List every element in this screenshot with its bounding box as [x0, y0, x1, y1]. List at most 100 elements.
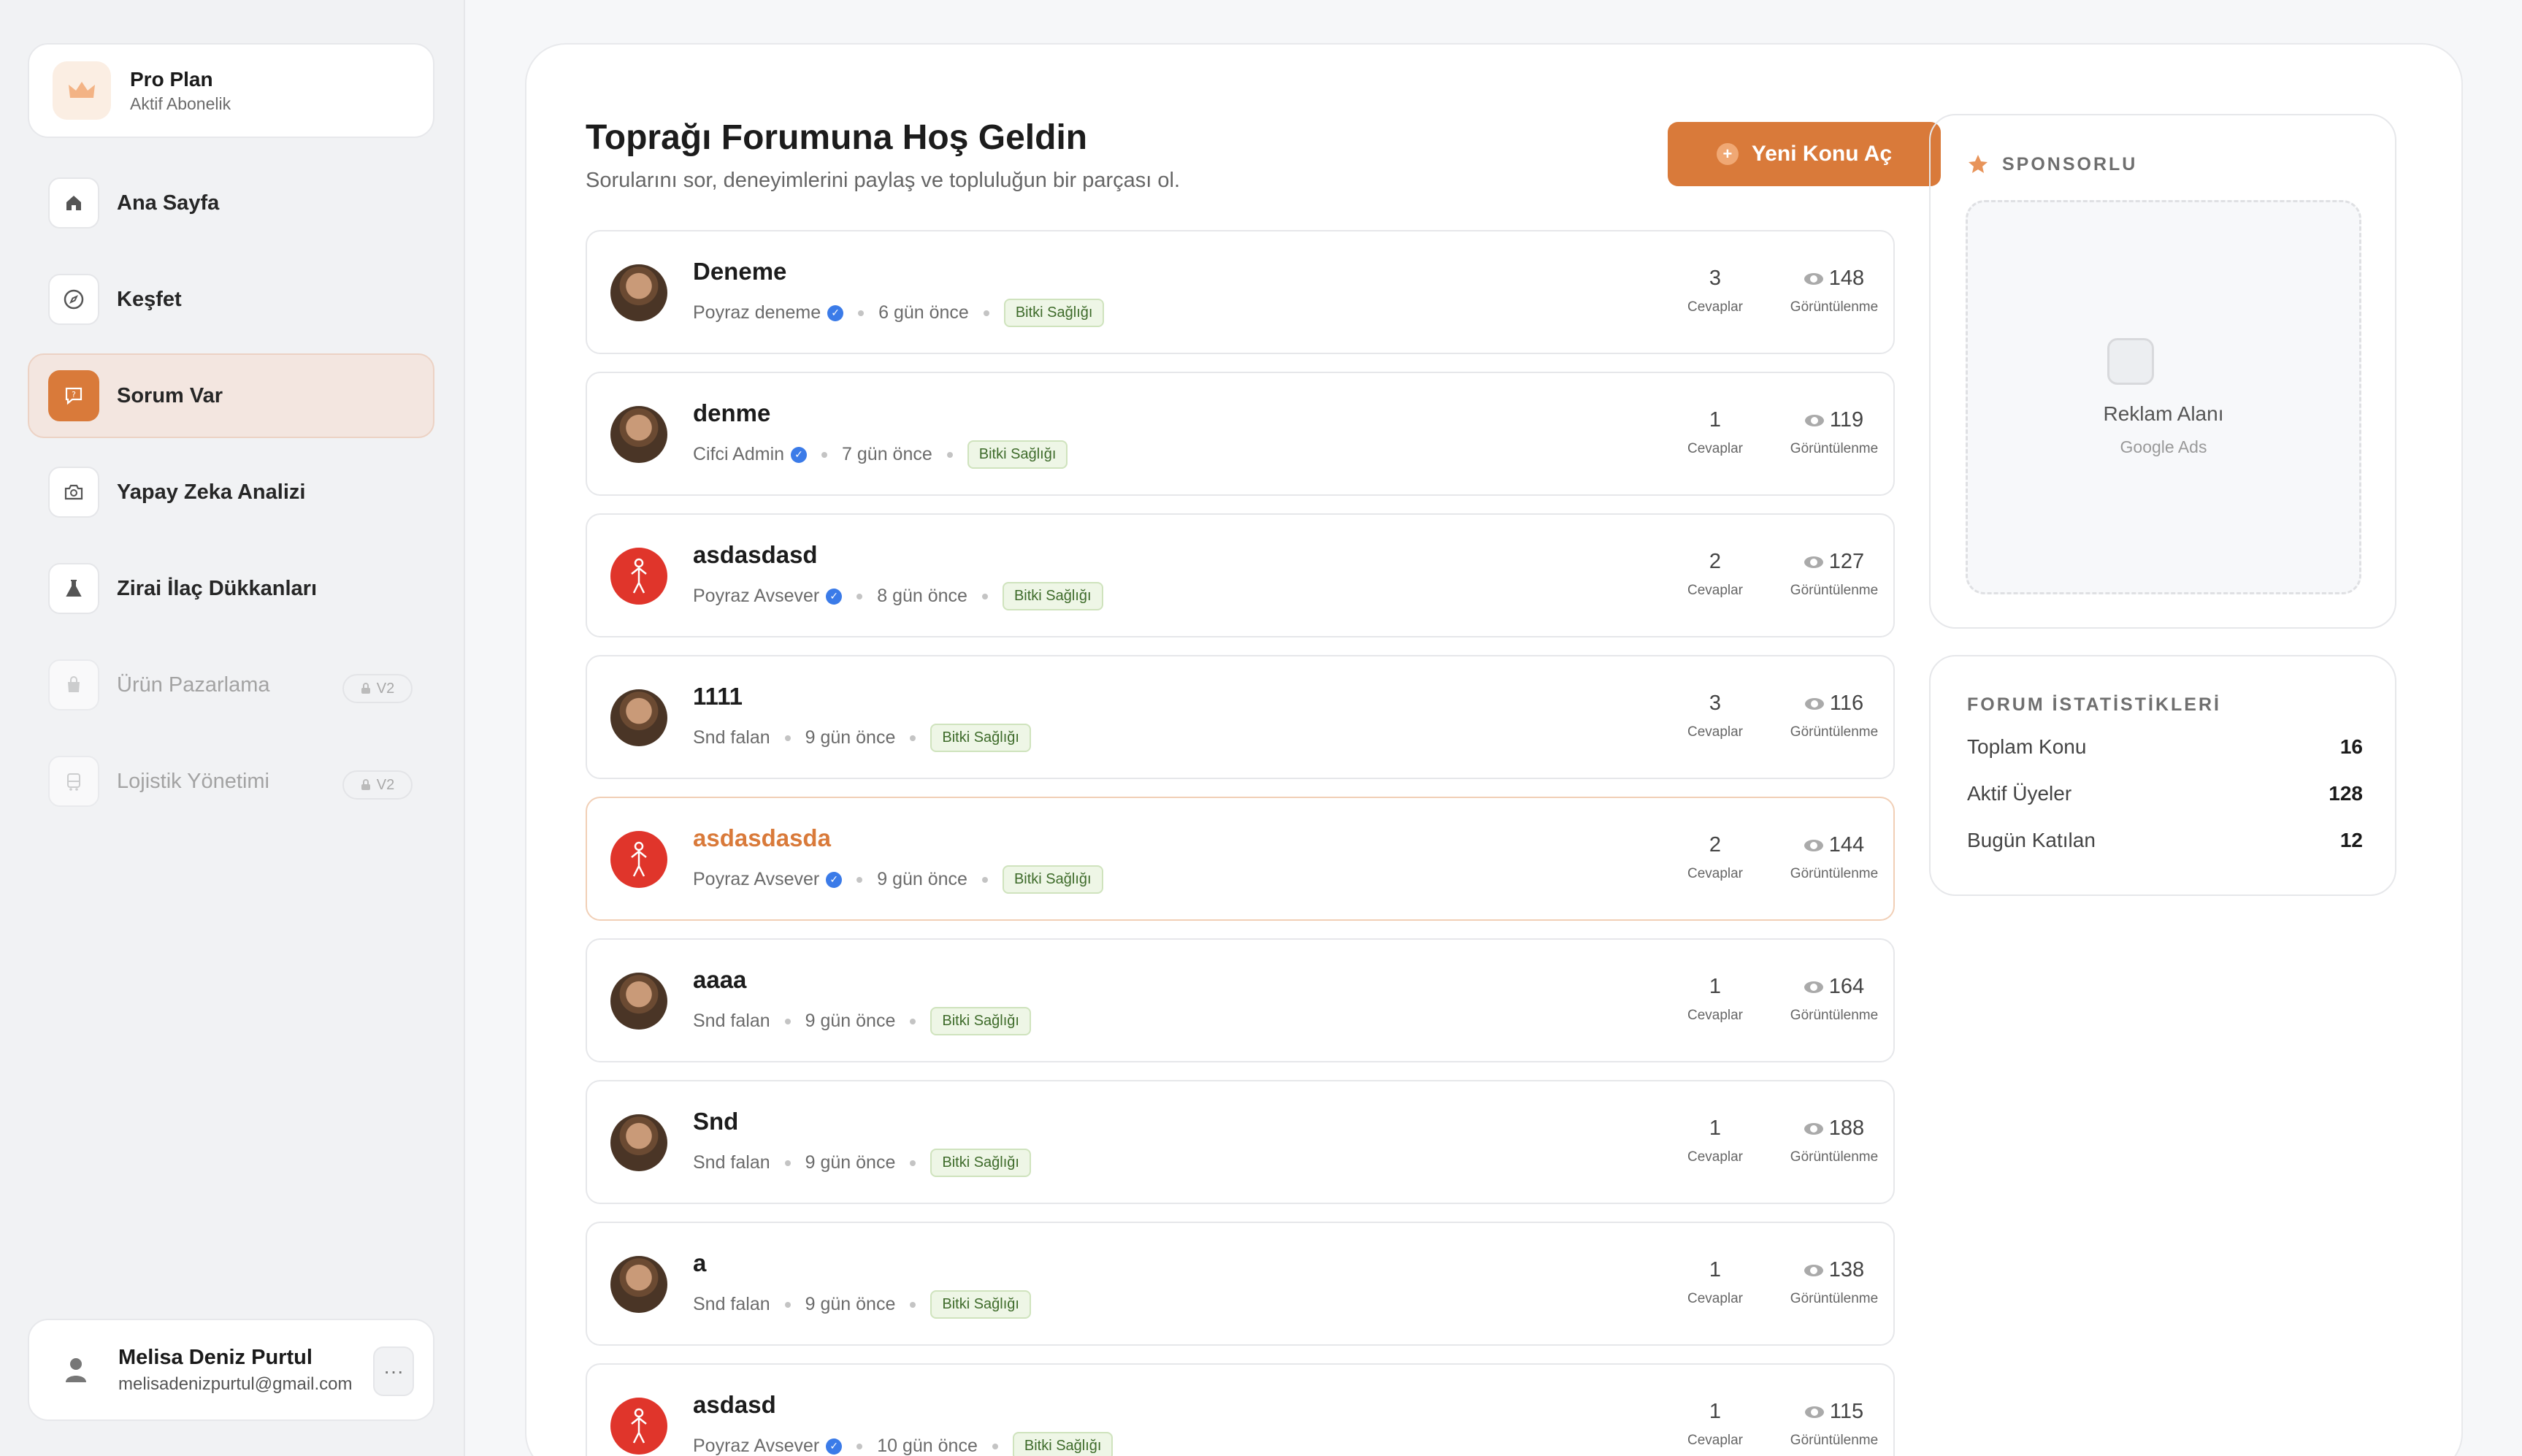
- topic-row[interactable]: Deneme Poyraz deneme ✓ 6 gün önce Bitki Sağl…: [586, 230, 1895, 354]
- author-avatar[interactable]: [610, 406, 667, 463]
- topic-title[interactable]: asdasdasda: [693, 824, 831, 852]
- views-label: Görüntülenme: [1790, 441, 1879, 456]
- replies-count: 2: [1709, 550, 1722, 573]
- separator-dot: [983, 310, 989, 316]
- version-badge-label: V2: [376, 776, 395, 793]
- topic-row[interactable]: asdasdasda Poyraz Avsever ✓ 9 gün önce Bitki…: [586, 797, 1895, 921]
- separator-dot: [856, 593, 863, 599]
- separator-dot: [910, 735, 916, 741]
- author-name[interactable]: Snd falan: [693, 1294, 770, 1315]
- verified-check-icon: ✓: [827, 304, 844, 321]
- topic-time: 8 gün önce: [877, 586, 967, 606]
- topic-title[interactable]: aaaa: [693, 966, 746, 994]
- views-count: 127: [1828, 550, 1865, 573]
- author-avatar[interactable]: [610, 548, 667, 605]
- stat-value: 128: [2329, 782, 2363, 805]
- more-options-button[interactable]: ···: [373, 1346, 414, 1396]
- author-avatar[interactable]: [610, 831, 667, 888]
- sidebar-item-logistics[interactable]: Lojistik Yönetimi V2: [28, 739, 434, 824]
- topic-row[interactable]: asdasdasd Poyraz Avsever ✓ 8 gün önce Bitki …: [586, 513, 1895, 637]
- author-name[interactable]: Snd falan: [693, 1011, 770, 1032]
- replies-label: Cevaplar: [1687, 1149, 1744, 1165]
- stat-row-total-topics: Toplam Konu 16: [1967, 735, 2363, 759]
- topic-time: 9 gün önce: [805, 727, 896, 748]
- author-name[interactable]: Snd falan: [693, 727, 770, 748]
- topic-time: 9 gün önce: [805, 1152, 896, 1173]
- home-icon: [48, 177, 99, 229]
- separator-dot: [784, 1160, 791, 1166]
- compass-icon: [48, 274, 99, 325]
- category-tag[interactable]: Bitki Sağlığı: [1002, 582, 1103, 610]
- topic-time: 9 gün önce: [805, 1294, 896, 1314]
- topic-row[interactable]: denme Cifci Admin ✓ 7 gün önce Bitki Sağlığı…: [586, 372, 1895, 496]
- author-avatar[interactable]: [610, 1398, 667, 1455]
- flask-icon: [48, 563, 99, 614]
- author-avatar[interactable]: [610, 264, 667, 321]
- separator-dot: [992, 1443, 998, 1449]
- sidebar-item-pesticide-shops[interactable]: Zirai İlaç Dükkanları: [28, 546, 434, 631]
- topic-time: 10 gün önce: [877, 1436, 978, 1456]
- category-tag[interactable]: Bitki Sağlığı: [930, 1007, 1031, 1035]
- author-name[interactable]: Cifci Admin: [693, 444, 784, 465]
- category-tag[interactable]: Bitki Sağlığı: [930, 724, 1031, 752]
- camera-scan-icon: [48, 467, 99, 518]
- topic-meta: Snd falan 9 gün önce Bitki Sağlığı: [693, 724, 1031, 752]
- topic-meta: Snd falan 9 gün önce Bitki Sağlığı: [693, 1007, 1031, 1035]
- author-name[interactable]: Poyraz deneme: [693, 302, 821, 323]
- replies-stat: 1 Cevaplar: [1682, 1258, 1748, 1307]
- views-count: 119: [1829, 408, 1864, 432]
- author-name[interactable]: Poyraz Avsever: [693, 869, 819, 890]
- author-avatar[interactable]: [610, 973, 667, 1030]
- topic-title[interactable]: a: [693, 1249, 706, 1277]
- author-name[interactable]: Snd falan: [693, 1152, 770, 1173]
- topic-row[interactable]: Snd Snd falan 9 gün önce Bitki Sağlığı 1 Ceva…: [586, 1080, 1895, 1204]
- sidebar-item-product-marketing[interactable]: Ürün Pazarlama V2: [28, 643, 434, 727]
- topic-meta: Snd falan 9 gün önce Bitki Sağlığı: [693, 1149, 1031, 1177]
- sidebar-item-explore[interactable]: Keşfet: [28, 257, 434, 342]
- separator-dot: [981, 593, 988, 599]
- views-stat: 138 Görüntülenme: [1779, 1258, 1889, 1307]
- topic-title[interactable]: 1111: [693, 683, 743, 710]
- topic-row[interactable]: aaaa Snd falan 9 gün önce Bitki Sağlığı 1 Cev…: [586, 938, 1895, 1062]
- category-tag[interactable]: Bitki Sağlığı: [1002, 865, 1103, 894]
- category-tag[interactable]: Bitki Sağlığı: [930, 1149, 1031, 1177]
- ad-slot[interactable]: Reklam Alanı Google Ads: [1966, 200, 2361, 594]
- star-icon: [1969, 155, 1988, 173]
- new-topic-button[interactable]: + Yeni Konu Aç: [1668, 122, 1941, 186]
- replies-stat: 3 Cevaplar: [1682, 691, 1748, 740]
- topic-row[interactable]: 1111 Snd falan 9 gün önce Bitki Sağlığı 3 Cev…: [586, 655, 1895, 779]
- plan-card[interactable]: Pro Plan Aktif Abonelik: [28, 43, 434, 138]
- views-stat: 144 Görüntülenme: [1779, 833, 1889, 882]
- author-name[interactable]: Poyraz Avsever: [693, 1436, 819, 1456]
- topic-row[interactable]: asdasd Poyraz Avsever ✓ 10 gün önce Bitki Sa…: [586, 1363, 1895, 1456]
- stat-value: 16: [2339, 735, 2363, 758]
- topic-title[interactable]: asdasdasd: [693, 541, 818, 569]
- author-avatar[interactable]: [610, 1114, 667, 1171]
- author-name[interactable]: Poyraz Avsever: [693, 586, 819, 607]
- topic-title[interactable]: asdasd: [693, 1391, 776, 1419]
- sidebar-item-home[interactable]: Ana Sayfa: [28, 161, 434, 245]
- replies-count: 1: [1709, 1258, 1722, 1281]
- category-tag[interactable]: Bitki Sağlığı: [930, 1290, 1031, 1319]
- sidebar-item-ask-question[interactable]: ? Sorum Var: [28, 353, 434, 438]
- separator-dot: [946, 451, 953, 458]
- topic-time: 6 gün önce: [878, 302, 969, 323]
- topic-meta: Poyraz Avsever ✓ 10 gün önce Bitki Sağlığı: [693, 1432, 1114, 1456]
- eye-icon: [1804, 698, 1824, 710]
- separator-dot: [784, 1301, 791, 1308]
- forum-stats-card: FORUM İSTATİSTİKLERİ Toplam Konu 16 Akti…: [1929, 655, 2396, 896]
- category-tag[interactable]: Bitki Sağlığı: [967, 440, 1068, 469]
- author-avatar[interactable]: [610, 1256, 667, 1313]
- user-card[interactable]: Melisa Deniz Purtul melisadenizpurtul@gm…: [28, 1319, 434, 1421]
- category-tag[interactable]: Bitki Sağlığı: [1003, 299, 1105, 327]
- replies-label: Cevaplar: [1687, 441, 1744, 456]
- topic-row[interactable]: a Snd falan 9 gün önce Bitki Sağlığı 1 Cevapl…: [586, 1222, 1895, 1346]
- author-avatar[interactable]: [610, 689, 667, 746]
- sidebar-item-ai-analysis[interactable]: Yapay Zeka Analizi: [28, 450, 434, 534]
- topic-title[interactable]: Deneme: [693, 258, 786, 286]
- views-label: Görüntülenme: [1790, 299, 1879, 315]
- views-stat: 116 Görüntülenme: [1779, 691, 1889, 740]
- topic-title[interactable]: denme: [693, 399, 770, 427]
- topic-title[interactable]: Snd: [693, 1108, 738, 1135]
- category-tag[interactable]: Bitki Sağlığı: [1012, 1432, 1114, 1456]
